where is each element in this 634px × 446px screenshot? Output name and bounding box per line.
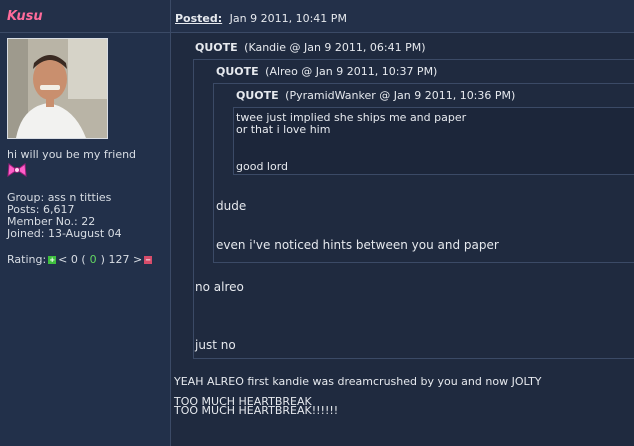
signature-text: hi will you be my friend <box>7 148 137 161</box>
quote-header-pyramidwanker: QUOTE (PyramidWanker @ Jan 9 2011, 10:36… <box>236 89 515 102</box>
posted-label[interactable]: Posted: <box>175 12 222 25</box>
joined-date: Joined: 13-August 04 <box>7 227 122 240</box>
rating-label: Rating: <box>7 253 47 266</box>
quote-text: no alreo <box>195 280 244 294</box>
quote-header-alreo: QUOTE (Alreo @ Jan 9 2011, 10:37 PM) <box>216 65 437 78</box>
quote-label: QUOTE <box>216 65 259 78</box>
posted-date: Jan 9 2011, 10:41 PM <box>229 12 347 25</box>
post-body-text: YEAH ALREO first kandie was dreamcrushed… <box>174 375 542 388</box>
rate-down-icon[interactable]: − <box>144 255 153 264</box>
quote-label: QUOTE <box>195 41 238 54</box>
quote-text: good lord <box>236 160 289 173</box>
quote-meta: (Alreo @ Jan 9 2011, 10:37 PM) <box>265 65 438 78</box>
user-sidebar: hi will you be my friend Group: ass n ti… <box>0 33 171 446</box>
post-content: QUOTE (Kandie @ Jan 9 2011, 06:41 PM) QU… <box>171 33 634 446</box>
quote-text: or that i love him <box>236 123 331 136</box>
post-date: Posted: Jan 9 2011, 10:41 PM <box>175 12 347 25</box>
post-body-text: TOO MUCH HEARTBREAK!!!!!! <box>174 404 339 417</box>
rating-count: 0 <box>89 253 97 266</box>
author-cell: Kusu <box>0 0 171 32</box>
forum-post: Kusu Posted: Jan 9 2011, 10:41 PM hi wil… <box>0 0 634 446</box>
quote-meta: (PyramidWanker @ Jan 9 2011, 10:36 PM) <box>285 89 516 102</box>
quote-text: dude <box>216 199 247 213</box>
rating-right: ) 127 > <box>100 253 143 266</box>
bow-icon <box>7 162 27 182</box>
post-header: Kusu Posted: Jan 9 2011, 10:41 PM <box>0 0 634 33</box>
user-info: Group: ass n titties Posts: 6,617 Member… <box>7 192 122 240</box>
avatar-photo <box>8 39 107 138</box>
quote-text: just no <box>195 338 236 352</box>
quote-box-pyramidwanker: twee just implied she ships me and paper… <box>233 107 634 175</box>
rating-left: < 0 ( <box>58 253 86 266</box>
rate-up-icon[interactable]: + <box>48 255 57 264</box>
quote-header-kandie: QUOTE (Kandie @ Jan 9 2011, 06:41 PM) <box>195 41 426 54</box>
quote-label: QUOTE <box>236 89 279 102</box>
avatar[interactable] <box>7 38 108 139</box>
quote-meta: (Kandie @ Jan 9 2011, 06:41 PM) <box>244 41 426 54</box>
author-name[interactable]: Kusu <box>7 9 43 24</box>
rating: Rating: + < 0 ( 0 ) 127 > − <box>7 253 153 266</box>
quote-text: even i've noticed hints between you and … <box>216 238 499 252</box>
